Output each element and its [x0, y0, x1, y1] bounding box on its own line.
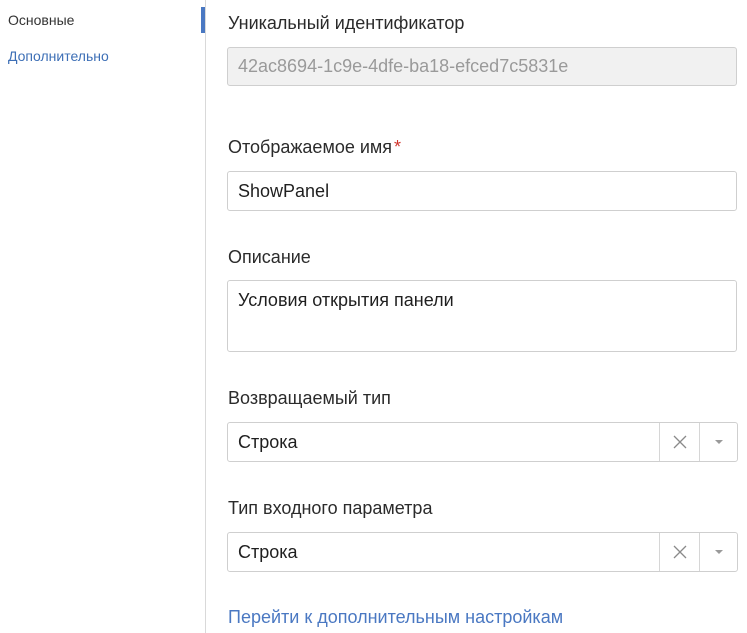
return-type-label: Возвращаемый тип: [228, 388, 391, 408]
clear-x-icon[interactable]: [659, 423, 700, 461]
clear-x-icon[interactable]: [659, 533, 700, 571]
caret-down-icon[interactable]: [699, 423, 738, 461]
uid-field[interactable]: [227, 47, 737, 86]
display-name-input[interactable]: [227, 171, 737, 211]
display-name-label: Отображаемое имя *: [228, 136, 401, 158]
advanced-settings-link[interactable]: Перейти к дополнительным настройкам: [228, 606, 563, 628]
uid-label: Уникальный идентификатор: [228, 13, 465, 33]
nav-item-additional[interactable]: Дополнительно: [8, 47, 109, 65]
input-param-type-select[interactable]: Строка: [227, 532, 738, 572]
description-textarea[interactable]: [227, 280, 737, 352]
left-nav: Основные Дополнительно: [0, 0, 206, 633]
settings-page: Основные Дополнительно Уникальный иденти…: [0, 0, 747, 633]
nav-divider: [205, 0, 206, 633]
required-mark: *: [394, 137, 402, 157]
caret-down-icon[interactable]: [699, 533, 738, 571]
input-param-type-label: Тип входного параметра: [228, 498, 433, 518]
return-type-select[interactable]: Строка: [227, 422, 738, 462]
description-label: Описание: [228, 247, 311, 267]
display-name-label-text: Отображаемое имя: [228, 137, 393, 157]
input-param-type-value: Строка: [238, 542, 298, 562]
return-type-value: Строка: [238, 432, 298, 452]
nav-item-main[interactable]: Основные: [8, 11, 74, 29]
